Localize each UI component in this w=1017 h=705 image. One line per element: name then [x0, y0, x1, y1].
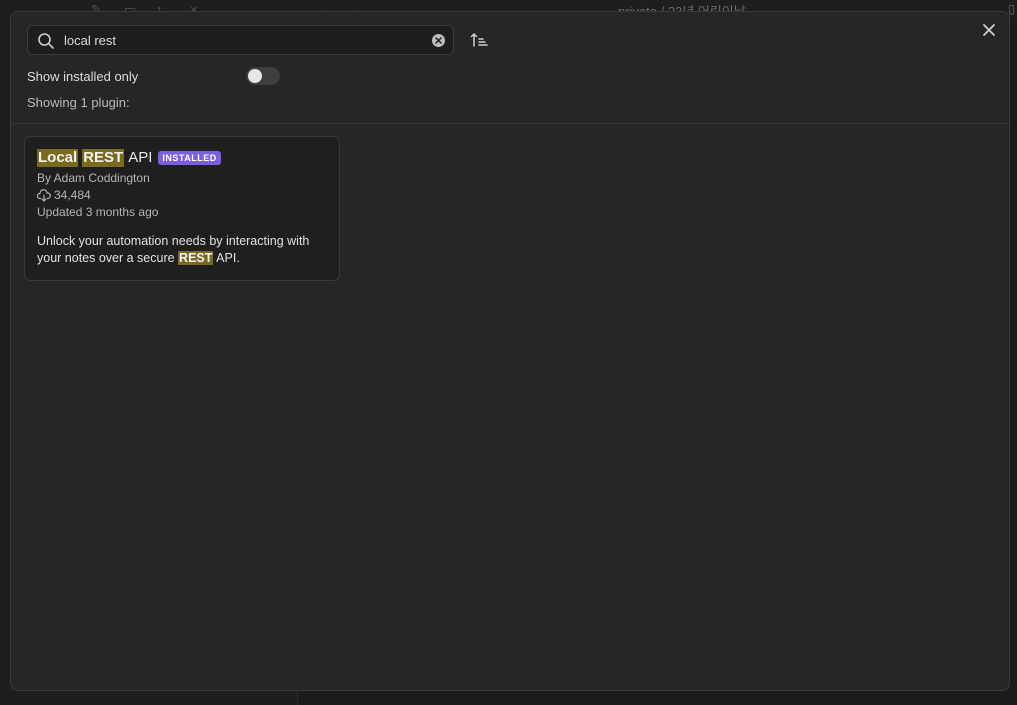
more-icon: ▯: [1008, 2, 1015, 16]
clear-search-icon[interactable]: [432, 34, 445, 47]
search-input[interactable]: [64, 30, 414, 50]
divider: [11, 123, 1009, 124]
description-text: API.: [213, 251, 240, 265]
plugin-description: Unlock your automation needs by interact…: [37, 233, 327, 267]
installed-badge: INSTALLED: [158, 151, 221, 165]
search-icon: [38, 33, 54, 49]
description-highlight: REST: [178, 251, 214, 265]
installed-only-toggle[interactable]: [246, 67, 280, 85]
download-count: 34,484: [54, 188, 91, 202]
title-highlight: REST: [82, 149, 125, 167]
download-icon: [37, 188, 51, 202]
toggle-knob: [248, 69, 262, 83]
search-box[interactable]: [27, 25, 454, 55]
plugin-card[interactable]: Local REST API INSTALLED By Adam Codding…: [24, 136, 340, 281]
x-icon: [435, 37, 442, 44]
sort-button[interactable]: [470, 31, 490, 51]
results-count: Showing 1 plugin:: [27, 95, 130, 110]
plugin-title: Local REST API INSTALLED: [37, 149, 327, 167]
plugin-downloads: 34,484: [37, 187, 327, 204]
description-text: Unlock your automation needs by interact…: [37, 234, 310, 265]
plugin-author: By Adam Coddington: [37, 171, 150, 185]
close-icon: [983, 24, 995, 36]
installed-only-label: Show installed only: [27, 69, 139, 84]
community-plugins-modal: Show installed only Showing 1 plugin: Lo…: [10, 11, 1010, 691]
close-button[interactable]: [979, 20, 999, 40]
title-text: API: [128, 149, 153, 166]
sort-icon: [470, 33, 488, 47]
plugin-updated: Updated 3 months ago: [37, 205, 159, 219]
title-highlight: Local: [37, 149, 79, 167]
